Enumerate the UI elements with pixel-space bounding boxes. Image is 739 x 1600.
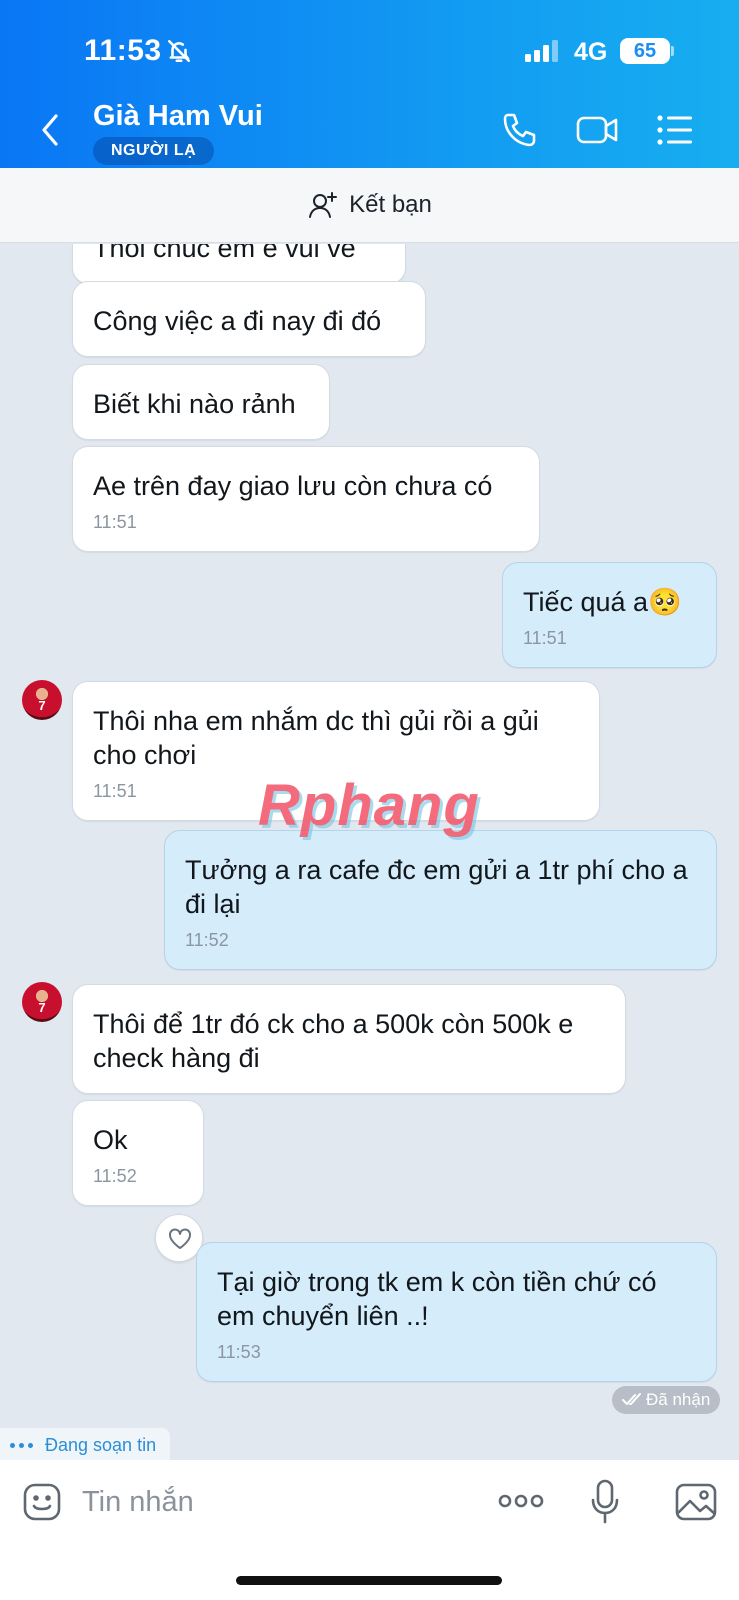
message-text: Biết khi nào rảnh xyxy=(93,389,296,419)
message-bubble[interactable]: Thôi để 1tr đó ck cho a 500k còn 500k e … xyxy=(72,984,626,1094)
message-text: Tưởng a ra cafe đc em gửi a 1tr phí cho … xyxy=(185,855,688,919)
emoji-sticker-icon[interactable] xyxy=(22,1482,62,1522)
typing-indicator: Đang soạn tin xyxy=(0,1428,171,1462)
typing-text: Đang soạn tin xyxy=(45,1434,157,1455)
home-indicator[interactable] xyxy=(236,1576,502,1585)
message-text: Thôi nha em nhắm dc thì gủi rồi a gủi ch… xyxy=(93,706,539,770)
message-text: Thôi chúc em e vui vẻ xyxy=(93,244,356,263)
status-time: 11:53 xyxy=(84,34,162,67)
watermark-logo: Rphang xyxy=(258,773,480,838)
message-time: 11:52 xyxy=(185,930,229,950)
double-check-icon xyxy=(622,1393,641,1405)
video-call-icon[interactable] xyxy=(576,110,620,150)
add-friend-icon xyxy=(309,192,338,218)
message-bubble-sent[interactable]: Tiếc quá a🥺 11:51 xyxy=(502,562,717,668)
cellular-signal-icon xyxy=(525,40,558,62)
chat-header: 11:53 4G 65 Già Ham Vui NGƯỜI LẠ xyxy=(0,0,739,168)
composer-bar xyxy=(0,1460,739,1600)
message-bubble-sent[interactable]: Tưởng a ra cafe đc em gửi a 1tr phí cho … xyxy=(164,830,717,970)
microphone-icon[interactable] xyxy=(590,1478,620,1526)
status-bar: 11:53 4G 65 xyxy=(0,34,739,68)
message-bubble[interactable]: Công việc a đi nay đi đó xyxy=(72,281,426,357)
menu-list-icon[interactable] xyxy=(656,110,696,150)
message-text: Tiếc quá a🥺 xyxy=(523,587,682,617)
message-bubble[interactable]: Thôi chúc em e vui vẻ xyxy=(72,244,406,284)
message-bubble[interactable]: Biết khi nào rảnh xyxy=(72,364,330,440)
battery-icon: 65 xyxy=(620,38,674,64)
phone-call-icon[interactable] xyxy=(500,110,540,150)
battery-level: 65 xyxy=(620,38,670,64)
contact-avatar[interactable]: 7 xyxy=(22,680,62,720)
received-status-text: Đã nhận xyxy=(646,1390,711,1409)
message-bubble-sent[interactable]: Tại giờ trong tk em k còn tiền chứ có em… xyxy=(196,1242,717,1382)
message-time: 11:53 xyxy=(217,1342,261,1362)
message-text: Thôi để 1tr đó ck cho a 500k còn 500k e … xyxy=(93,1009,574,1073)
message-text: Tại giờ trong tk em k còn tiền chứ có em… xyxy=(217,1267,657,1331)
message-text: Ok xyxy=(93,1125,128,1155)
stranger-badge: NGƯỜI LẠ xyxy=(93,137,215,165)
contact-name[interactable]: Già Ham Vui xyxy=(93,100,263,133)
message-time: 11:51 xyxy=(93,512,137,532)
message-time: 11:52 xyxy=(93,1166,137,1186)
heart-icon xyxy=(169,1228,191,1249)
back-arrow-icon[interactable] xyxy=(38,112,62,148)
add-friend-bar[interactable]: Kết bạn xyxy=(0,168,739,243)
message-input[interactable] xyxy=(82,1478,462,1526)
add-friend-label: Kết bạn xyxy=(349,191,432,218)
message-text: Công việc a đi nay đi đó xyxy=(93,306,382,336)
message-time: 11:51 xyxy=(523,628,567,648)
bell-muted-icon xyxy=(167,39,191,63)
message-text: Ae trên đay giao lưu còn chưa có xyxy=(93,471,493,501)
image-gallery-icon[interactable] xyxy=(674,1482,718,1522)
message-bubble[interactable]: Ae trên đay giao lưu còn chưa có 11:51 xyxy=(72,446,540,552)
contact-avatar[interactable]: 7 xyxy=(22,982,62,1022)
message-list[interactable]: Thôi chúc em e vui vẻ Công việc a đi nay… xyxy=(0,244,739,1460)
typing-dots-icon xyxy=(10,1442,33,1448)
network-type: 4G xyxy=(574,38,608,66)
message-bubble[interactable]: Ok 11:52 xyxy=(72,1100,204,1206)
received-status: Đã nhận xyxy=(612,1386,721,1414)
more-options-icon[interactable] xyxy=(498,1486,544,1516)
